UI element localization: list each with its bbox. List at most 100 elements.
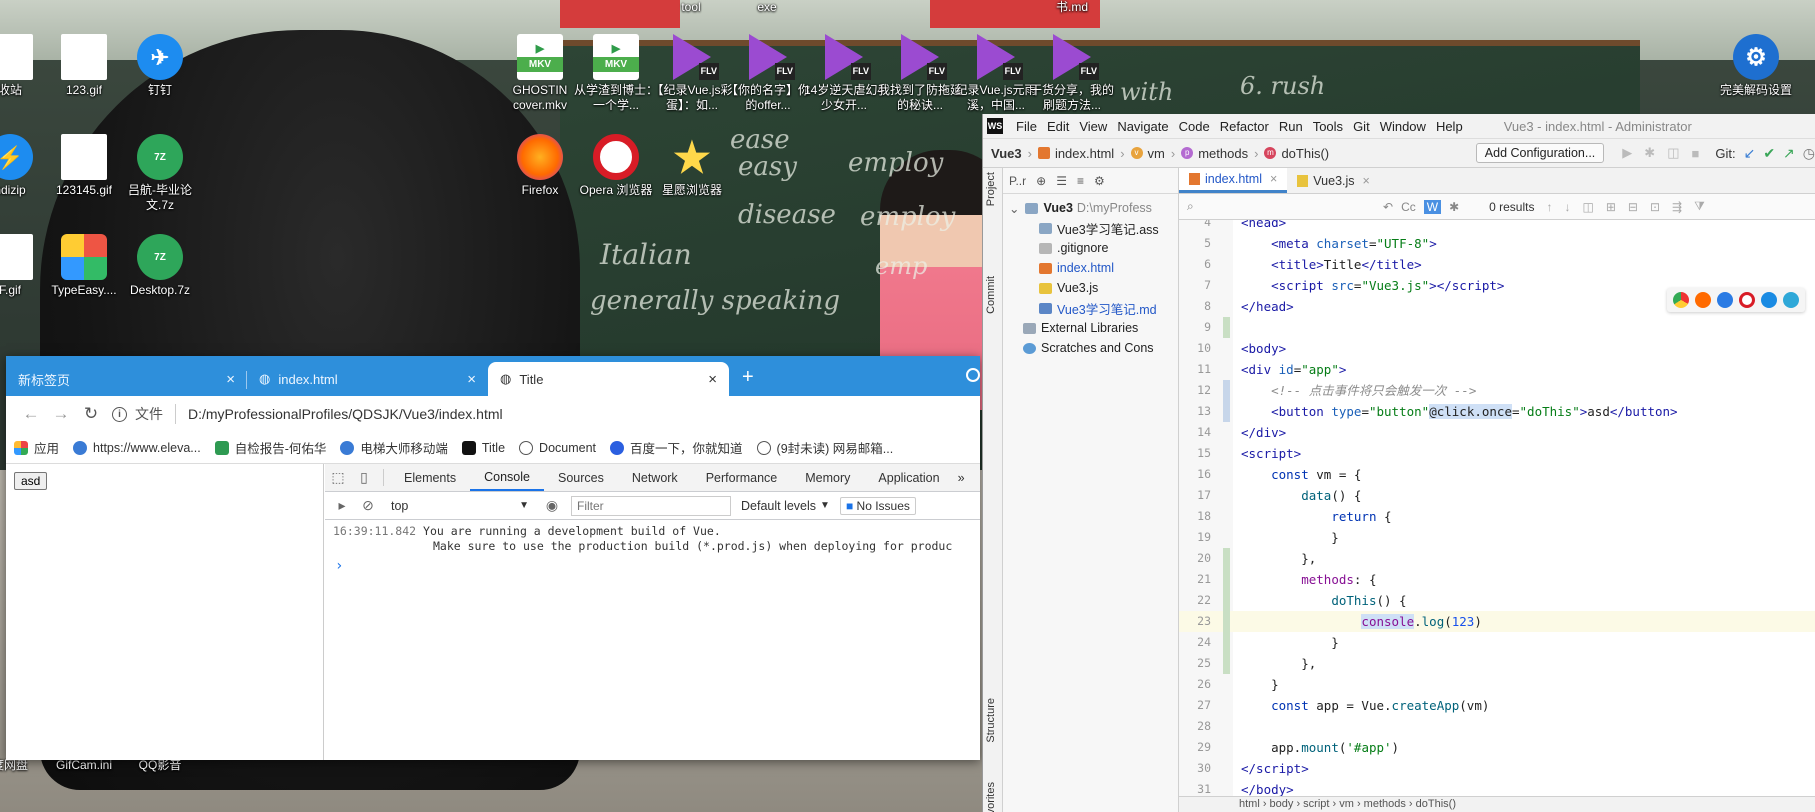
code-line[interactable]: 19 } (1179, 527, 1815, 548)
menu-view[interactable]: View (1074, 119, 1112, 134)
code-line[interactable]: 18 return { (1179, 506, 1815, 527)
bookmark-item[interactable]: 百度一下，你就知道 (610, 438, 743, 457)
code-line[interactable]: 22 doThis() { (1179, 590, 1815, 611)
code-line[interactable]: 20 }, (1179, 548, 1815, 569)
tab-console[interactable]: Console (470, 464, 544, 491)
code-line[interactable]: 28 (1179, 716, 1815, 737)
bookmark-item[interactable]: Document (519, 440, 596, 455)
arrow-down-icon[interactable]: ↓ (1564, 200, 1570, 214)
code-line[interactable]: 4 <head> (1179, 220, 1815, 233)
git-commit-icon[interactable]: ✔ (1763, 145, 1775, 162)
desktop-icon-mkv[interactable]: ▶ MKV 从学渣到博士：一个学... (572, 34, 660, 113)
log-levels-select[interactable]: Default levels ▼ (741, 499, 830, 513)
device-toolbar-icon[interactable]: ▯ (351, 464, 377, 491)
arrow-up-icon[interactable]: ↑ (1546, 200, 1552, 214)
inspect-icon[interactable]: ⬚ (325, 464, 351, 491)
project-view-select[interactable]: P..r (1009, 174, 1026, 188)
context-select[interactable]: top ▼ (385, 496, 535, 516)
firefox-icon[interactable] (1695, 292, 1711, 308)
browser-tab[interactable]: ◍ index.html × (247, 362, 488, 396)
debug-icon[interactable]: ✱ (1644, 145, 1655, 161)
desktop-icon-7z[interactable]: 7Z 吕航-毕业论文.7z (116, 134, 204, 213)
bookmark-item[interactable]: 自检报告-何佑华 (214, 438, 326, 457)
coverage-icon[interactable]: ◫ (1667, 145, 1679, 161)
close-icon[interactable]: × (226, 371, 235, 388)
opera-icon[interactable] (1739, 292, 1755, 308)
favorites-tool-tab[interactable]: Favorites (985, 782, 997, 812)
code-line[interactable]: 11 <div id="app"> (1179, 359, 1815, 380)
back-icon[interactable]: ← (16, 404, 46, 424)
desktop-top-label[interactable]: 书.md (1028, 0, 1116, 15)
add-selection-icon[interactable]: ⊞ (1606, 200, 1616, 214)
ie-icon[interactable] (1761, 292, 1777, 308)
console-filter-input[interactable] (571, 495, 731, 516)
more-tabs-button[interactable]: » (954, 464, 969, 491)
select-occurrences-icon[interactable]: ⊡ (1650, 200, 1660, 214)
code-line[interactable]: 31 </body> (1179, 779, 1815, 796)
breadcrumb-method[interactable]: › m doThis() (1248, 146, 1329, 161)
desktop-icon-flv[interactable]: FLV 干货分享，我的刷题方法... (1028, 34, 1116, 113)
console-prompt[interactable]: › (325, 558, 980, 574)
collapse-all-icon[interactable]: ≡ (1077, 174, 1084, 188)
tree-file[interactable]: Vue3学习笔记.md (1003, 298, 1178, 318)
desktop-icon-mkv[interactable]: ▶ MKV GHOSTIN cover.mkv (496, 34, 584, 113)
tab-performance[interactable]: Performance (692, 464, 792, 491)
forward-icon[interactable]: → (46, 404, 76, 424)
search-icon[interactable]: ⌕ (1179, 199, 1379, 214)
close-icon[interactable]: × (1270, 172, 1277, 186)
history-icon[interactable]: ◷ (1803, 145, 1815, 162)
breadcrumb-vm[interactable]: › v vm (1114, 146, 1165, 161)
desktop-top-label[interactable]: tool (647, 0, 735, 15)
tab-application[interactable]: Application (864, 464, 953, 491)
bookmark-item[interactable]: (9封未读) 网易邮箱... (756, 438, 893, 457)
close-icon[interactable]: × (708, 371, 717, 388)
chrome-icon[interactable] (1673, 292, 1689, 308)
tab-elements[interactable]: Elements (390, 464, 470, 491)
menu-edit[interactable]: Edit (1042, 119, 1074, 134)
history-icon[interactable]: ↶ (1383, 200, 1393, 214)
structure-tool-tab[interactable]: Structure (985, 698, 997, 743)
breadcrumb-methods[interactable]: › p methods (1165, 146, 1248, 161)
remove-selection-icon[interactable]: ⊟ (1628, 200, 1638, 214)
code-line[interactable]: 5 <meta charset="UTF-8"> (1179, 233, 1815, 254)
tree-root[interactable]: ⌄ Vue3 D:\myProfess (1003, 198, 1178, 218)
breadcrumb-file[interactable]: › index.html (1022, 146, 1115, 161)
whole-word-toggle[interactable]: W (1423, 199, 1442, 214)
breadcrumb-project[interactable]: Vue3 (991, 146, 1022, 161)
eye-icon[interactable]: ◉ (539, 497, 565, 514)
address-bar[interactable]: i 文件 D:/myProfessionalProfiles/QDSJK/Vue… (112, 400, 970, 428)
code-line[interactable]: 16 const vm = { (1179, 464, 1815, 485)
code-line[interactable]: 30 </script> (1179, 758, 1815, 779)
code-line[interactable]: 13 <button type="button"@click.once="doT… (1179, 401, 1815, 422)
code-line[interactable]: 29 app.mount('#app') (1179, 737, 1815, 758)
desktop-icon-gif[interactable]: 123145.gif (40, 134, 128, 198)
desktop-icon-opera[interactable]: Opera 浏览器 (572, 134, 660, 198)
expand-all-icon[interactable]: ☰ (1056, 174, 1067, 188)
close-icon[interactable]: × (1363, 174, 1370, 188)
code-line[interactable]: 25 }, (1179, 653, 1815, 674)
bookmark-item[interactable]: https://www.eleva... (73, 440, 201, 455)
browser-tab-active[interactable]: ◍ Title × (488, 362, 729, 396)
desktop-icon-gear-app[interactable]: ⚙ 完美解码设置 (1712, 34, 1800, 98)
menu-refactor[interactable]: Refactor (1215, 119, 1274, 134)
locate-icon[interactable]: ⊕ (1036, 174, 1046, 188)
reload-icon[interactable]: ↻ (76, 404, 106, 424)
code-line[interactable]: 12 <!-- 点击事件将只会触发一次 --> (1179, 380, 1815, 401)
code-line[interactable]: 21 methods: { (1179, 569, 1815, 590)
code-line[interactable]: 23 console.log(123) (1179, 611, 1815, 632)
menu-navigate[interactable]: Navigate (1112, 119, 1173, 134)
editor-tab-active[interactable]: index.html × (1179, 168, 1288, 193)
desktop-icon-flv[interactable]: FLV 【你的名字】你的offer... (724, 34, 812, 113)
run-icon[interactable]: ▶ (1622, 145, 1632, 161)
tree-folder[interactable]: Vue3学习笔记.ass (1003, 218, 1178, 238)
desktop-icon-flv[interactable]: FLV 我找到了防拖延的秘诀... (876, 34, 964, 113)
tree-file[interactable]: index.html (1003, 258, 1178, 278)
desktop-top-label[interactable]: exe (723, 0, 811, 15)
desktop-icon-star-browser[interactable]: ★ 星愿浏览器 (648, 134, 736, 198)
menu-tools[interactable]: Tools (1308, 119, 1348, 134)
menu-file[interactable]: File (1011, 119, 1042, 134)
tab-network[interactable]: Network (618, 464, 692, 491)
desktop-icon-qqplayer[interactable]: QQ影音 (116, 758, 204, 773)
menu-git[interactable]: Git (1348, 119, 1375, 134)
safari-icon[interactable] (1717, 292, 1733, 308)
